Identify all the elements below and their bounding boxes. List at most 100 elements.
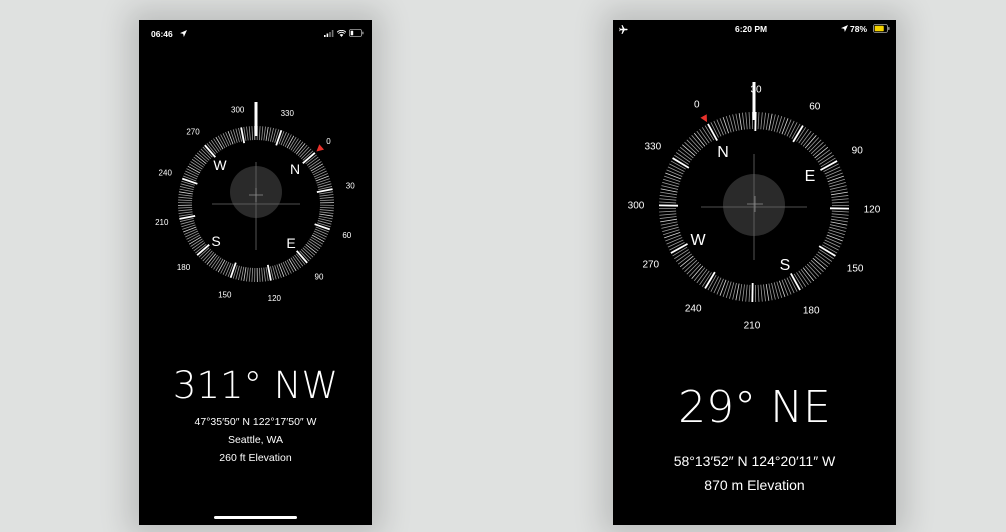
minor-tick — [263, 267, 266, 282]
minor-tick — [748, 284, 751, 302]
minor-tick — [781, 279, 789, 296]
minor-tick — [659, 216, 677, 219]
minor-tick — [781, 118, 789, 135]
minor-tick — [267, 127, 272, 142]
minor-tick — [669, 163, 685, 172]
minor-tick — [314, 173, 328, 180]
minor-tick — [184, 228, 198, 235]
degree-label-270: 270 — [642, 260, 659, 271]
minor-tick — [738, 283, 743, 301]
minor-tick — [248, 126, 251, 141]
minor-tick — [735, 283, 740, 301]
degree-label-30: 30 — [346, 181, 355, 190]
compass-dial[interactable]: 0 30 60 90 120 150 180 210 240 270 300 330 N E S W — [139, 20, 372, 320]
minor-tick — [318, 215, 333, 220]
minor-tick — [185, 230, 199, 238]
minor-tick — [831, 216, 849, 219]
elevation-text: 260 ft Elevation — [219, 452, 292, 464]
minor-tick — [222, 133, 230, 147]
minor-tick — [659, 210, 677, 213]
minor-tick — [664, 175, 681, 182]
degree-label-30: 30 — [750, 85, 762, 96]
minor-tick — [659, 201, 677, 204]
minor-tick — [319, 211, 334, 214]
minor-tick — [222, 261, 230, 275]
north-marker-icon — [316, 144, 325, 152]
phone-screen-left: 06:46 0 30 60 90 120 150 180 210 240 270 300 330 — [139, 20, 372, 525]
degree-label-0: 0 — [694, 99, 700, 110]
minor-tick — [243, 267, 247, 282]
minor-tick — [665, 234, 682, 242]
minor-tick — [779, 280, 786, 297]
minor-tick — [313, 170, 327, 178]
degree-label-300: 300 — [231, 106, 245, 115]
minor-tick — [786, 277, 795, 294]
minor-tick — [722, 117, 729, 134]
minor-tick — [178, 194, 193, 197]
cardinal-s: S — [211, 233, 220, 249]
minor-tick — [178, 196, 193, 199]
minor-tick — [831, 195, 849, 198]
minor-tick — [719, 118, 727, 135]
minor-tick — [716, 119, 724, 136]
cardinal-s: S — [780, 257, 791, 274]
minor-tick — [716, 278, 724, 295]
degree-label-240: 240 — [685, 304, 702, 315]
minor-tick — [710, 276, 719, 292]
degree-label-270: 270 — [186, 127, 200, 136]
degree-label-150: 150 — [218, 291, 232, 300]
minor-tick — [713, 120, 722, 137]
minor-tick — [760, 284, 763, 302]
minor-tick — [722, 280, 729, 297]
major-tick — [275, 129, 283, 146]
minor-tick — [184, 173, 198, 180]
degree-label-120: 120 — [864, 205, 881, 216]
minor-tick — [178, 206, 193, 209]
minor-tick — [745, 112, 748, 130]
cardinal-e: E — [286, 235, 295, 251]
cardinal-n: N — [290, 161, 300, 177]
minor-tick — [251, 267, 254, 282]
degree-label-60: 60 — [342, 231, 351, 240]
minor-tick — [659, 213, 677, 216]
minor-tick — [831, 198, 849, 201]
minor-tick — [240, 266, 245, 281]
minor-tick — [779, 117, 786, 134]
minor-tick — [666, 169, 683, 177]
major-tick — [181, 177, 198, 185]
north-marker-icon — [700, 114, 707, 123]
cardinal-w: W — [690, 232, 706, 249]
minor-tick — [313, 230, 327, 238]
minor-tick — [757, 284, 760, 302]
minor-tick — [183, 226, 197, 233]
minor-tick — [319, 209, 334, 212]
degree-label-180: 180 — [177, 263, 191, 272]
degree-label-330: 330 — [281, 109, 295, 118]
minor-tick — [768, 113, 773, 131]
minor-tick — [225, 132, 232, 146]
degree-label-210: 210 — [744, 320, 761, 331]
minor-tick — [178, 199, 193, 202]
minor-tick — [830, 221, 848, 226]
minor-tick — [713, 277, 722, 294]
minor-tick — [265, 126, 269, 141]
minor-tick — [742, 284, 745, 302]
minor-tick — [831, 210, 849, 213]
minor-tick — [282, 133, 290, 147]
minor-tick — [261, 267, 264, 282]
minor-tick — [319, 196, 334, 199]
minor-tick — [831, 213, 849, 216]
minor-tick — [719, 279, 727, 296]
minor-tick — [748, 112, 751, 130]
phone-screen-right: 6:20 PM 78% 0 30 60 90 120 150 180 210 240 270 300… — [613, 20, 896, 525]
home-indicator[interactable] — [214, 516, 297, 519]
minor-tick — [248, 267, 251, 282]
minor-tick — [824, 166, 841, 175]
major-tick — [314, 223, 331, 231]
minor-tick — [738, 113, 743, 131]
minor-tick — [666, 237, 683, 245]
compass-dial[interactable]: 0 30 60 90 120 150 180 210 240 270 300 330 N E S W — [613, 20, 896, 360]
minor-tick — [765, 113, 770, 131]
minor-tick — [827, 232, 844, 239]
minor-tick — [830, 218, 848, 223]
